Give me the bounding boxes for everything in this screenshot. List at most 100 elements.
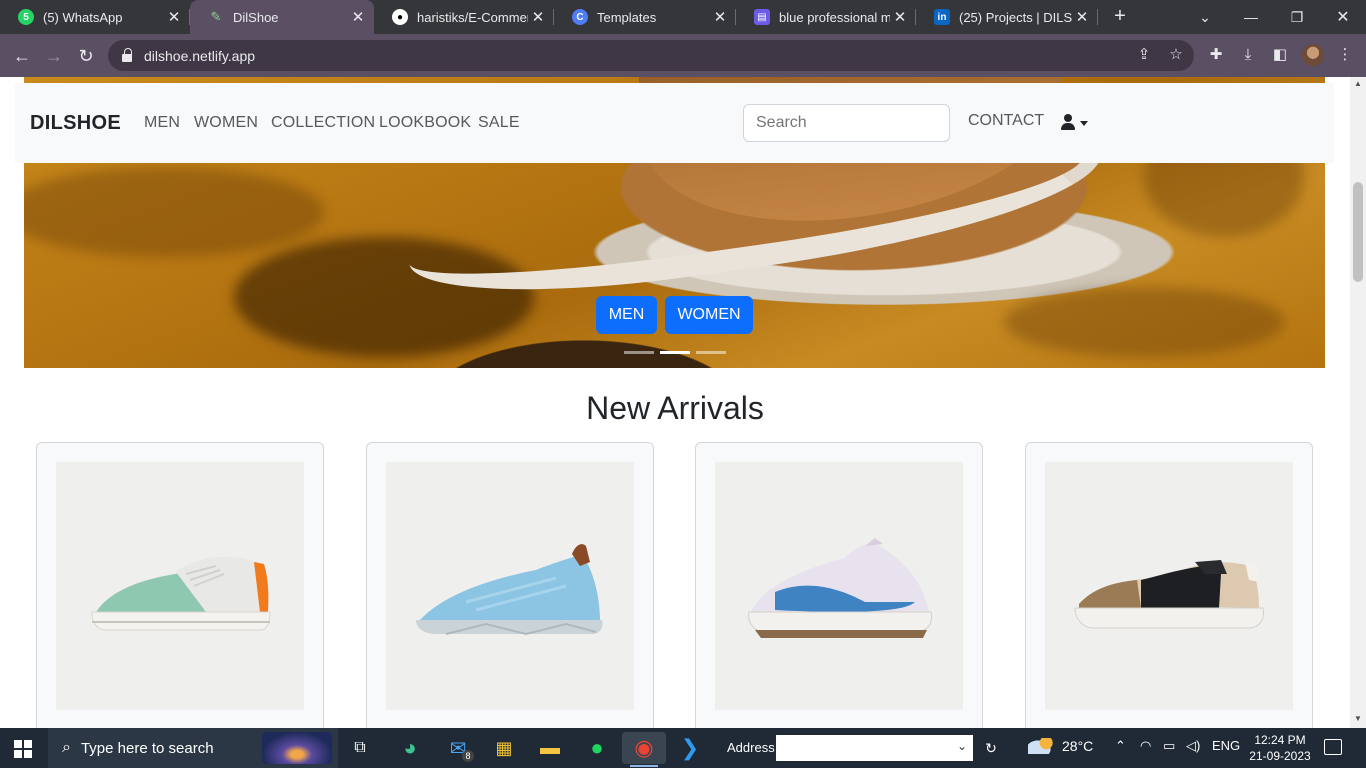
nav-contact[interactable]: CONTACT [968, 112, 1044, 130]
back-icon[interactable]: ← [8, 42, 36, 70]
fabric-fold [1004, 287, 1284, 357]
user-icon [1064, 114, 1072, 122]
close-tab-icon[interactable]: ✕ [890, 8, 910, 26]
caret-down-icon [1080, 121, 1088, 126]
tab-title: haristiks/E-Commerce [417, 9, 528, 25]
edge-icon[interactable]: ◕ [388, 732, 432, 764]
new-tab-button[interactable]: + [1108, 4, 1132, 28]
close-tab-icon[interactable]: ✕ [710, 8, 730, 26]
menu-icon[interactable]: ⋮ [1334, 44, 1356, 66]
network-icon[interactable]: ◠ [1140, 738, 1151, 754]
tab-dilshoe[interactable]: ✎ DilShoe ✕ [190, 0, 374, 34]
page-scrollbar[interactable]: ▲ ▼ [1350, 77, 1366, 728]
document-icon: ▤ [754, 9, 770, 25]
hero-women-button[interactable]: WOMEN [665, 296, 753, 334]
user-icon-body [1061, 123, 1075, 130]
vscode-icon[interactable]: ❯ [668, 732, 712, 764]
scroll-down-icon[interactable]: ▼ [1350, 712, 1366, 726]
carousel-indicator-2[interactable] [660, 351, 690, 354]
notification-icon[interactable] [1324, 739, 1342, 755]
url-text: dilshoe.netlify.app [144, 47, 256, 64]
forward-icon[interactable]: → [40, 42, 68, 70]
product-image[interactable] [1045, 462, 1293, 710]
tab-separator [1097, 9, 1098, 25]
search-highlight-image [262, 732, 332, 764]
product-card[interactable] [366, 442, 654, 728]
file-explorer-icon[interactable]: ▬ [528, 732, 572, 764]
refresh-icon[interactable]: ↻ [978, 735, 1004, 761]
chevron-down-icon[interactable]: ⌄ [957, 739, 967, 753]
windows-taskbar: ⌕ Type here to search ⧉ ◕ ✉ 8 ▦ ▬ ● ◉ ❯ A… [0, 728, 1366, 768]
bookmark-star-icon[interactable]: ☆ [1166, 45, 1186, 65]
nav-lookbook[interactable]: LOOKBOOK [379, 114, 471, 132]
product-image[interactable] [715, 462, 963, 710]
product-card[interactable] [695, 442, 983, 728]
dilshoe-favicon: ✎ [210, 9, 222, 24]
search-input[interactable] [743, 104, 950, 142]
reload-icon[interactable]: ↻ [72, 42, 100, 70]
scrollbar-thumb[interactable] [1353, 182, 1363, 282]
address-bar[interactable]: dilshoe.netlify.app [108, 40, 1194, 71]
tab-blue-professional[interactable]: ▤ blue professional moc ✕ [736, 0, 916, 34]
mail-icon[interactable]: ✉ 8 [436, 732, 480, 764]
download-icon[interactable]: ⤓ [1237, 44, 1259, 66]
taskbar-search-text: Type here to search [80, 739, 214, 757]
brand-logo[interactable]: DILSHOE [30, 112, 121, 135]
green-sneaker-image [91, 556, 271, 631]
github-icon: ● [392, 9, 408, 25]
scroll-up-icon[interactable]: ▲ [1350, 77, 1366, 91]
tab-whatsapp[interactable]: 5 (5) WhatsApp ✕ [0, 0, 190, 34]
task-view-icon[interactable]: ⧉ [338, 732, 382, 764]
address-toolbar-label: Address [727, 740, 775, 755]
black-beige-sneaker-image [1074, 560, 1264, 629]
search-icon: ⌕ [62, 739, 71, 756]
taskbar-search-box[interactable]: ⌕ Type here to search [48, 728, 338, 768]
product-card[interactable] [36, 442, 324, 728]
store-icon[interactable]: ▦ [482, 732, 526, 764]
clock-time: 12:24 PM [1254, 733, 1306, 747]
whatsapp-icon: 5 [18, 9, 34, 25]
side-panel-icon[interactable]: ◧ [1269, 44, 1291, 66]
product-image[interactable] [56, 462, 304, 710]
browser-tab-strip: 5 (5) WhatsApp ✕ ✎ DilShoe ✕ ● haristiks… [0, 0, 1366, 34]
close-tab-icon[interactable]: ✕ [528, 8, 548, 26]
tab-title: (5) WhatsApp [43, 9, 123, 25]
close-tab-icon[interactable]: ✕ [164, 8, 184, 26]
address-toolbar-input[interactable]: ⌄ [776, 735, 973, 761]
lock-icon[interactable] [122, 47, 132, 62]
volume-icon[interactable]: ◁) [1186, 738, 1200, 754]
carousel-indicator-3[interactable] [696, 351, 726, 354]
battery-icon[interactable]: ▭ [1163, 738, 1175, 754]
restore-button[interactable]: ❐ [1274, 0, 1320, 34]
windows-start-button[interactable] [14, 740, 32, 758]
tab-linkedin[interactable]: in (25) Projects | DILSHA ✕ [916, 0, 1098, 34]
minimize-button[interactable]: — [1228, 0, 1274, 34]
hero-men-button[interactable]: MEN [596, 296, 657, 334]
tray-chevron-up-icon[interactable]: ⌃ [1115, 738, 1126, 754]
tab-title: DilShoe [233, 9, 279, 25]
extensions-icon[interactable]: ✚ [1205, 44, 1227, 66]
close-tab-icon[interactable]: ✕ [348, 8, 368, 26]
tab-templates[interactable]: C Templates ✕ [554, 0, 736, 34]
close-tab-icon[interactable]: ✕ [1072, 8, 1092, 26]
weather-widget[interactable]: 28°C [1028, 738, 1093, 754]
nav-men[interactable]: MEN [144, 114, 180, 132]
nav-women[interactable]: WOMEN [194, 114, 258, 132]
site-navbar: DILSHOE MEN WOMEN COLLECTION LOOKBOOK SA… [15, 83, 1334, 163]
system-clock[interactable]: 12:24 PM 21-09-2023 [1248, 732, 1312, 764]
nav-sale[interactable]: SALE [478, 114, 520, 132]
spotify-icon[interactable]: ● [575, 732, 619, 764]
carousel-indicator-1[interactable] [624, 351, 654, 354]
share-icon[interactable]: ⇪ [1134, 45, 1154, 65]
tab-search-icon[interactable]: ⌄ [1182, 0, 1228, 34]
product-image[interactable] [386, 462, 634, 710]
profile-avatar[interactable] [1302, 44, 1324, 66]
tab-github[interactable]: ● haristiks/E-Commerce ✕ [374, 0, 554, 34]
language-indicator[interactable]: ENG [1212, 738, 1240, 753]
white-blue-sneaker-image [748, 538, 932, 638]
nav-collection[interactable]: COLLECTION [271, 114, 375, 132]
chrome-icon[interactable]: ◉ [622, 732, 666, 767]
user-dropdown[interactable] [1060, 114, 1090, 132]
close-window-button[interactable]: ✕ [1320, 0, 1366, 34]
product-card[interactable] [1025, 442, 1313, 728]
